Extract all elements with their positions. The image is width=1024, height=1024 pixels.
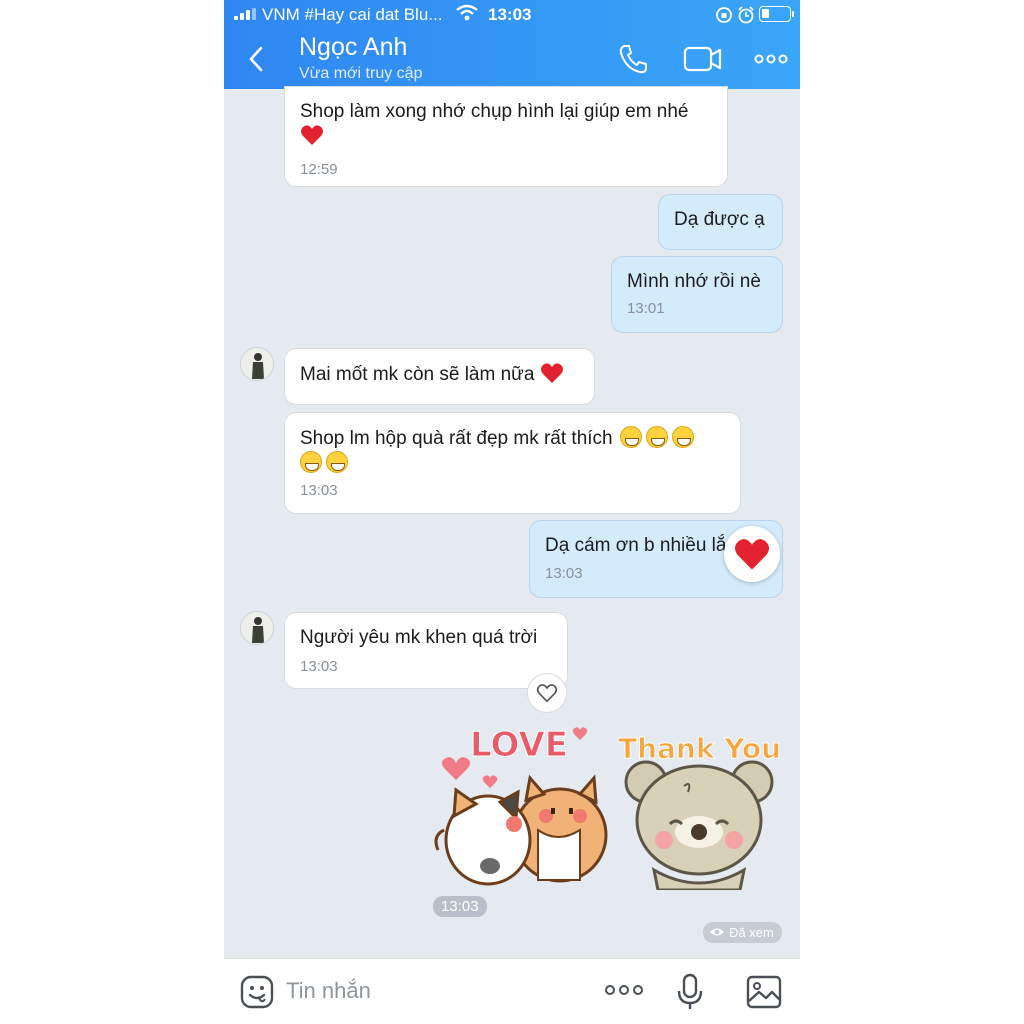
message-input[interactable] (286, 973, 566, 1009)
microphone-icon[interactable] (677, 973, 703, 1016)
emoji-row (300, 451, 725, 476)
seen-indicator: Đã xem (703, 922, 782, 943)
video-call-icon[interactable] (683, 42, 722, 76)
message-text: Shop lm hộp quà rất đẹp mk rất thích (300, 426, 725, 451)
eye-icon (709, 925, 725, 940)
sticker-time: 13:03 (433, 896, 487, 917)
emoji-sticker-icon[interactable] (240, 975, 274, 1014)
phone-call-icon[interactable] (616, 42, 650, 76)
message-received[interactable]: Shop lm hộp quà rất đẹp mk rất thích 13:… (284, 412, 741, 514)
message-received[interactable]: Shop làm xong nhớ chụp hình lại giúp em … (284, 86, 728, 187)
message-received[interactable]: Mai mốt mk còn sẽ làm nữa (284, 348, 595, 405)
back-button[interactable] (242, 44, 272, 74)
more-actions-icon[interactable] (605, 981, 643, 1004)
message-input-bar (224, 958, 800, 1024)
carrier-name: VNM #Hay cai dat Blu... (262, 5, 443, 24)
message-time: 12:59 (300, 161, 338, 178)
image-gallery-icon[interactable] (746, 975, 782, 1014)
message-text: Shop làm xong nhớ chụp hình lại giúp em … (300, 101, 689, 122)
grin-emoji (619, 426, 642, 448)
thank-you-text: Thank You! (618, 732, 784, 765)
heart-emoji (540, 362, 564, 391)
message-time: 13:01 (627, 300, 665, 317)
heart-outline-icon[interactable] (527, 673, 567, 713)
chat-header: VNM #Hay cai dat Blu... 13:03 Ngọc Anh V… (224, 0, 800, 89)
message-text: Mình nhớ rồi nè (627, 271, 761, 292)
grin-emoji (671, 426, 694, 448)
status-bar: VNM #Hay cai dat Blu... 13:03 (224, 0, 800, 28)
more-options-icon[interactable] (754, 42, 788, 76)
battery-icon (759, 6, 794, 22)
heart-emoji (300, 124, 712, 153)
status-time: 13:03 (488, 5, 532, 24)
contact-name[interactable]: Ngọc Anh (299, 33, 407, 62)
seen-label: Đã xem (729, 925, 774, 940)
message-sent[interactable]: Dạ được ạ (658, 194, 783, 250)
wifi-icon (456, 4, 478, 27)
grin-emoji (326, 451, 348, 473)
message-text: Mai mốt mk còn sẽ làm nữa (300, 362, 579, 391)
love-text: LOVE (470, 725, 568, 765)
love-cats-sticker[interactable]: LOVE (430, 720, 610, 886)
heart-reaction-icon[interactable] (724, 526, 780, 582)
message-received[interactable]: Người yêu mk khen quá trời 13:03 (284, 612, 568, 689)
message-text: Người yêu mk khen quá trời (300, 627, 538, 648)
message-time: 13:03 (300, 482, 338, 499)
grin-emoji (645, 426, 668, 448)
message-sent[interactable]: Mình nhớ rồi nè 13:01 (611, 256, 783, 333)
signal-icon (234, 8, 256, 20)
message-time: 13:03 (300, 658, 338, 675)
message-text: Dạ được ạ (674, 209, 765, 230)
grin-emoji (300, 451, 322, 473)
rotation-lock-icon (715, 6, 733, 29)
avatar[interactable] (240, 347, 274, 381)
thank-you-bear-sticker[interactable]: Thank You! (614, 720, 794, 892)
alarm-icon (737, 6, 755, 29)
avatar[interactable] (240, 611, 274, 645)
contact-status: Vừa mới truy cập (299, 65, 423, 82)
chat-screen: VNM #Hay cai dat Blu... 13:03 Ngọc Anh V… (224, 0, 800, 1024)
